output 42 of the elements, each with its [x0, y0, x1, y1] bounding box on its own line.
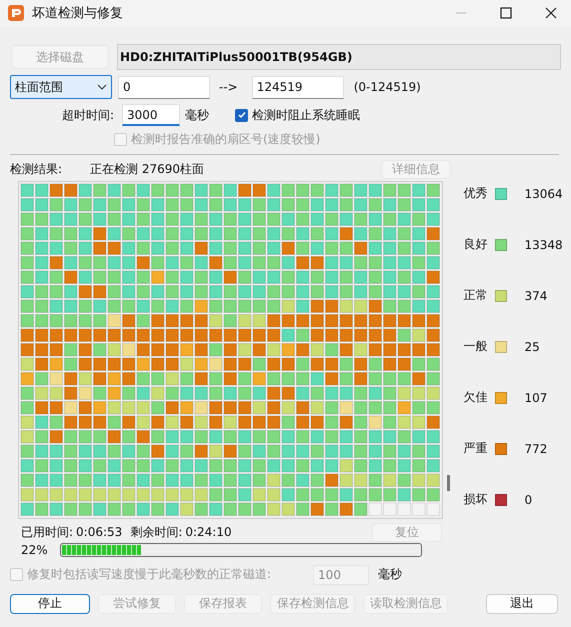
timeout-field[interactable]: 3000 — [122, 104, 180, 126]
progress-percent: 22% — [21, 542, 49, 556]
action-button[interactable]: 退出 — [486, 594, 558, 614]
legend-label: 严重 — [464, 440, 488, 457]
scrollbar-thumb[interactable] — [446, 475, 450, 491]
disk-name-field: HD0:ZHITAITiPlus50001TB(954GB) — [117, 44, 561, 70]
range-hint: (0-124519) — [354, 80, 421, 94]
range-from-field[interactable]: 0 — [118, 76, 210, 98]
app-logo-icon — [8, 5, 24, 21]
elapsed-time: 0:06:53 — [76, 525, 122, 539]
legend-label: 良好 — [464, 236, 488, 253]
legend-count: 13348 — [524, 238, 563, 252]
legend-label: 正常 — [464, 287, 488, 304]
window-title: 坏道检测与修复 — [32, 5, 123, 22]
action-button[interactable]: 停止 — [10, 594, 90, 614]
legend-label: 一般 — [464, 338, 488, 355]
chevron-down-icon — [97, 84, 107, 90]
legend-count: 0 — [524, 492, 532, 506]
remaining-label: 剩余时间: — [130, 524, 182, 540]
legend-count: 13064 — [524, 186, 563, 200]
scan-status: 正在检测 27690柱面 — [90, 161, 205, 178]
result-label: 检测结果: — [10, 161, 64, 178]
range-to-field[interactable]: 124519 — [252, 76, 344, 98]
prevent-sleep-checkbox[interactable]: 检测时阻止系统睡眠 — [235, 106, 360, 124]
maximize-icon[interactable] — [500, 7, 512, 19]
legend-label: 损坏 — [464, 491, 488, 508]
range-mode-dropdown[interactable]: 柱面范围 — [10, 75, 112, 99]
slow-ms-unit: 毫秒 — [378, 566, 402, 583]
checkmark-icon — [236, 110, 246, 120]
legend-count: 772 — [524, 442, 548, 456]
legend-count: 25 — [524, 340, 540, 354]
timeout-label: 超时时间: — [60, 106, 114, 124]
details-button[interactable]: 详细信息 — [381, 160, 451, 179]
legend-label: 欠佳 — [464, 389, 488, 406]
timeout-unit: 毫秒 — [185, 106, 209, 124]
legend-count: 374 — [524, 288, 548, 302]
range-arrow: --> — [219, 80, 238, 94]
remaining-time: 0:24:10 — [185, 525, 232, 539]
elapsed-label: 已用时间: — [21, 524, 74, 540]
legend-label: 优秀 — [464, 185, 488, 202]
legend-count: 107 — [524, 390, 548, 404]
close-icon[interactable] — [545, 7, 557, 19]
